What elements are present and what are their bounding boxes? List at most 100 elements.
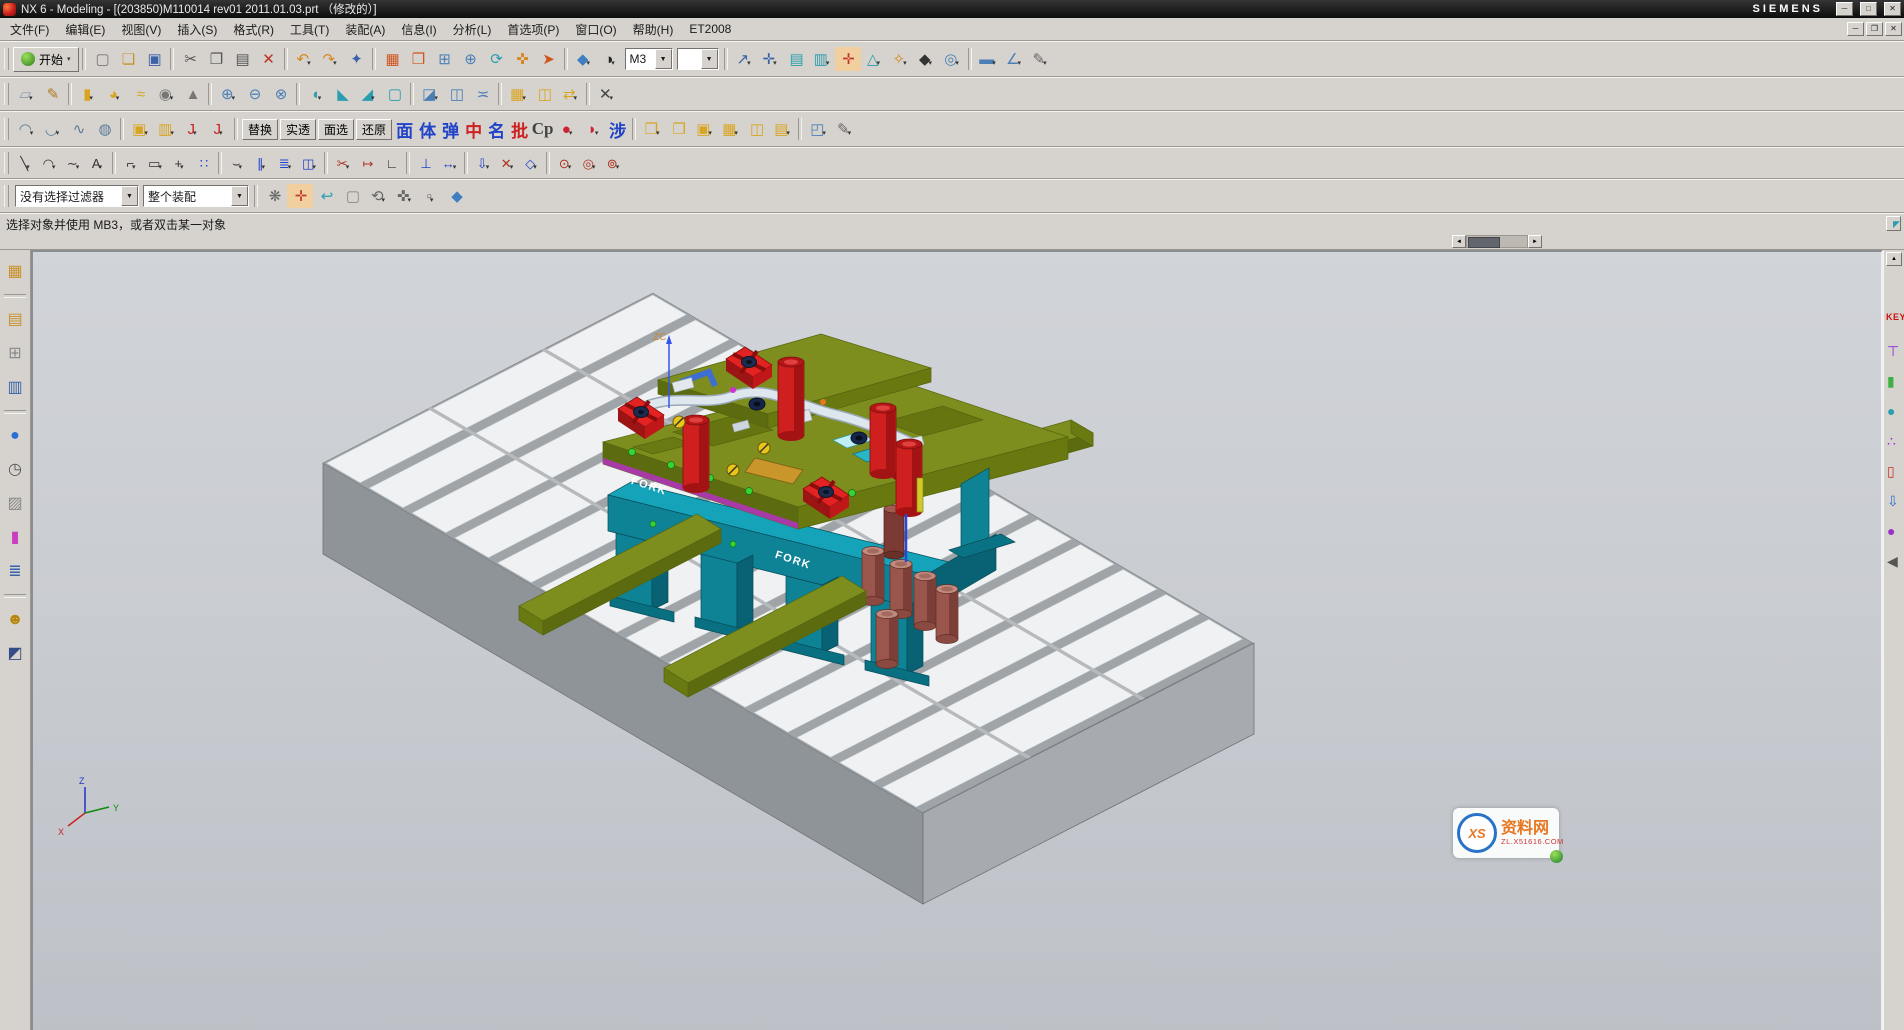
palette-collapse-button[interactable]: ◩	[2, 637, 28, 671]
sphere-tool-icon[interactable]: ●	[1887, 396, 1904, 426]
law-curve-button[interactable]: J▾	[179, 117, 205, 141]
project-curve-button[interactable]: ⇩▾	[471, 151, 495, 175]
orient-view-button[interactable]: ➤	[535, 47, 561, 71]
undo-button[interactable]: ↶▾	[291, 47, 317, 71]
menu-edit[interactable]: 编辑(E)	[57, 18, 113, 41]
offset-surface-button[interactable]: ▣▾	[127, 117, 153, 141]
constraint-navigator-tab[interactable]: ⊞	[2, 337, 28, 371]
visible-layers-button[interactable]: ▥▾	[809, 47, 835, 71]
assembly-constraint-button[interactable]: ▣▾	[691, 117, 717, 141]
batch-tool-button[interactable]: 批	[508, 117, 531, 142]
mirror-feature-button[interactable]: ◫	[531, 82, 557, 106]
start-button[interactable]: 开始 ▾	[13, 47, 79, 72]
menu-information[interactable]: 信息(I)	[393, 18, 444, 41]
revolve-button[interactable]: ◕▾	[101, 82, 127, 106]
flag-button[interactable]: ◆▾	[913, 47, 939, 71]
visualization-tab[interactable]: ≣	[2, 555, 28, 589]
point-button[interactable]: +▾	[167, 151, 191, 175]
cup-tool-icon[interactable]: ▯	[1887, 456, 1904, 486]
dimension-button[interactable]: ↔▾	[437, 151, 461, 175]
center-tool-button[interactable]: 中	[462, 117, 485, 142]
edit-display-button[interactable]: ✎▾	[831, 117, 857, 141]
scrollbar-thumb[interactable]	[1468, 237, 1500, 248]
child-close-button[interactable]: ✕	[1885, 22, 1902, 36]
selection-filter-combo[interactable]: 没有选择过滤器 ▼	[15, 185, 139, 207]
spline-button[interactable]: ∼▾	[61, 151, 85, 175]
cancel-feature-button[interactable]: ✕▾	[593, 82, 619, 106]
subtract-button[interactable]: ⊖	[241, 82, 267, 106]
battery-tool-icon[interactable]: ▮	[1887, 366, 1904, 396]
save-button[interactable]: ▣	[141, 47, 167, 71]
pattern-curve-button[interactable]: ≣▾	[273, 151, 297, 175]
clamp-tool-icon[interactable]: ⊤	[1887, 336, 1904, 366]
menu-insert[interactable]: 插入(S)	[169, 18, 225, 41]
replace-toggle[interactable]: 替换	[242, 119, 278, 140]
true-shade-toggle[interactable]: 实透	[280, 119, 316, 140]
move-tool-button[interactable]: ✜▾	[391, 184, 417, 208]
body-display-button[interactable]: 体	[416, 117, 439, 142]
horizontal-scrollbar[interactable]: ◄ ►	[1452, 235, 1542, 248]
face-select-toggle[interactable]: 面选	[318, 119, 354, 140]
menu-window[interactable]: 窗口(O)	[567, 18, 624, 41]
synchronous-button[interactable]: ⇄▾	[557, 82, 583, 106]
layer-settings-button[interactable]: ▤	[783, 47, 809, 71]
menu-view[interactable]: 视图(V)	[113, 18, 169, 41]
rendering-style-button[interactable]: ◑▾	[597, 47, 623, 71]
name-tool-button[interactable]: 名	[485, 117, 508, 142]
circle-three-point-button[interactable]: ⊚▾	[601, 151, 625, 175]
menu-file[interactable]: 文件(F)	[2, 18, 57, 41]
make-corner-button[interactable]: ∟	[379, 151, 403, 175]
shaded-cube-button[interactable]: ◆	[443, 184, 469, 208]
quick-trim-button[interactable]: ✂▾	[331, 151, 355, 175]
menu-et2008[interactable]: ET2008	[681, 19, 739, 39]
swept-surface-button[interactable]: ∿	[65, 117, 91, 141]
delete-button[interactable]: ✕	[255, 47, 281, 71]
circle-button[interactable]: ⊙▾	[553, 151, 577, 175]
materials-tab[interactable]: ▨	[2, 487, 28, 521]
spring-tool-button[interactable]: 弹	[439, 117, 462, 142]
show-hide-button[interactable]: ▢	[339, 184, 365, 208]
extrude-button[interactable]: ▮▾	[75, 82, 101, 106]
interference-button[interactable]: 涉	[606, 117, 629, 142]
edit-object-display-button[interactable]: ✎▾	[1027, 47, 1053, 71]
tile-windows-button[interactable]: ▦	[379, 47, 405, 71]
rotate-view-button[interactable]: ⟳	[483, 47, 509, 71]
boss-button[interactable]: ▲	[179, 82, 205, 106]
rectangle-select-button[interactable]: ▫▾	[417, 184, 443, 208]
datum-display-button[interactable]: △▾	[861, 47, 887, 71]
constraint-button[interactable]: ⊥	[413, 151, 437, 175]
menu-tools[interactable]: 工具(T)	[282, 18, 337, 41]
menu-format[interactable]: 格式(R)	[225, 18, 282, 41]
cp-tool-button[interactable]: Cp	[531, 117, 554, 142]
ball-tool-icon[interactable]: ●	[1887, 516, 1904, 546]
history-tab[interactable]: ◷	[2, 453, 28, 487]
collapse-arrow[interactable]: ◀	[1887, 546, 1904, 576]
menu-assemblies[interactable]: 装配(A)	[337, 18, 393, 41]
chamfer-button[interactable]: ◣	[329, 82, 355, 106]
assembly-constraints-button[interactable]: ✛▾	[757, 47, 783, 71]
maximize-button[interactable]: □	[1860, 2, 1877, 16]
measure-distance-button[interactable]: ▬▾	[975, 47, 1001, 71]
general-selection-button[interactable]: ❋	[261, 184, 287, 208]
through-curves-button[interactable]: ◡▾	[39, 117, 65, 141]
internet-tab[interactable]: ●	[2, 419, 28, 453]
pan-button[interactable]: ✜	[509, 47, 535, 71]
text-button[interactable]: A▾	[85, 151, 109, 175]
ruled-surface-button[interactable]: ◠▾	[13, 117, 39, 141]
offset-curve-button[interactable]: ∥▾	[249, 151, 273, 175]
wave-link-button[interactable]: ◰▾	[805, 117, 831, 141]
profile-button[interactable]: ⌐▾	[119, 151, 143, 175]
pattern-feature-button[interactable]: ▦▾	[505, 82, 531, 106]
n-sided-surface-button[interactable]: ◍	[91, 117, 117, 141]
unite-button[interactable]: ⊕▾	[215, 82, 241, 106]
sketch-fillet-button[interactable]: ⌣▾	[225, 151, 249, 175]
open-button[interactable]: ❏	[115, 47, 141, 71]
viewport-corner-button[interactable]: ◤	[1886, 216, 1901, 231]
shaded-view-button[interactable]: ◆▾	[571, 47, 597, 71]
scroll-left-button[interactable]: ◄	[1452, 235, 1466, 248]
view-style-combo[interactable]: M3 ▼	[625, 48, 673, 70]
exploded-view-button[interactable]: ▤▾	[769, 117, 795, 141]
derived-curve-button[interactable]: ◇▾	[519, 151, 543, 175]
molecule-tool-icon[interactable]: ∴	[1887, 426, 1904, 456]
part-family-tab[interactable]: ▦	[2, 255, 28, 289]
